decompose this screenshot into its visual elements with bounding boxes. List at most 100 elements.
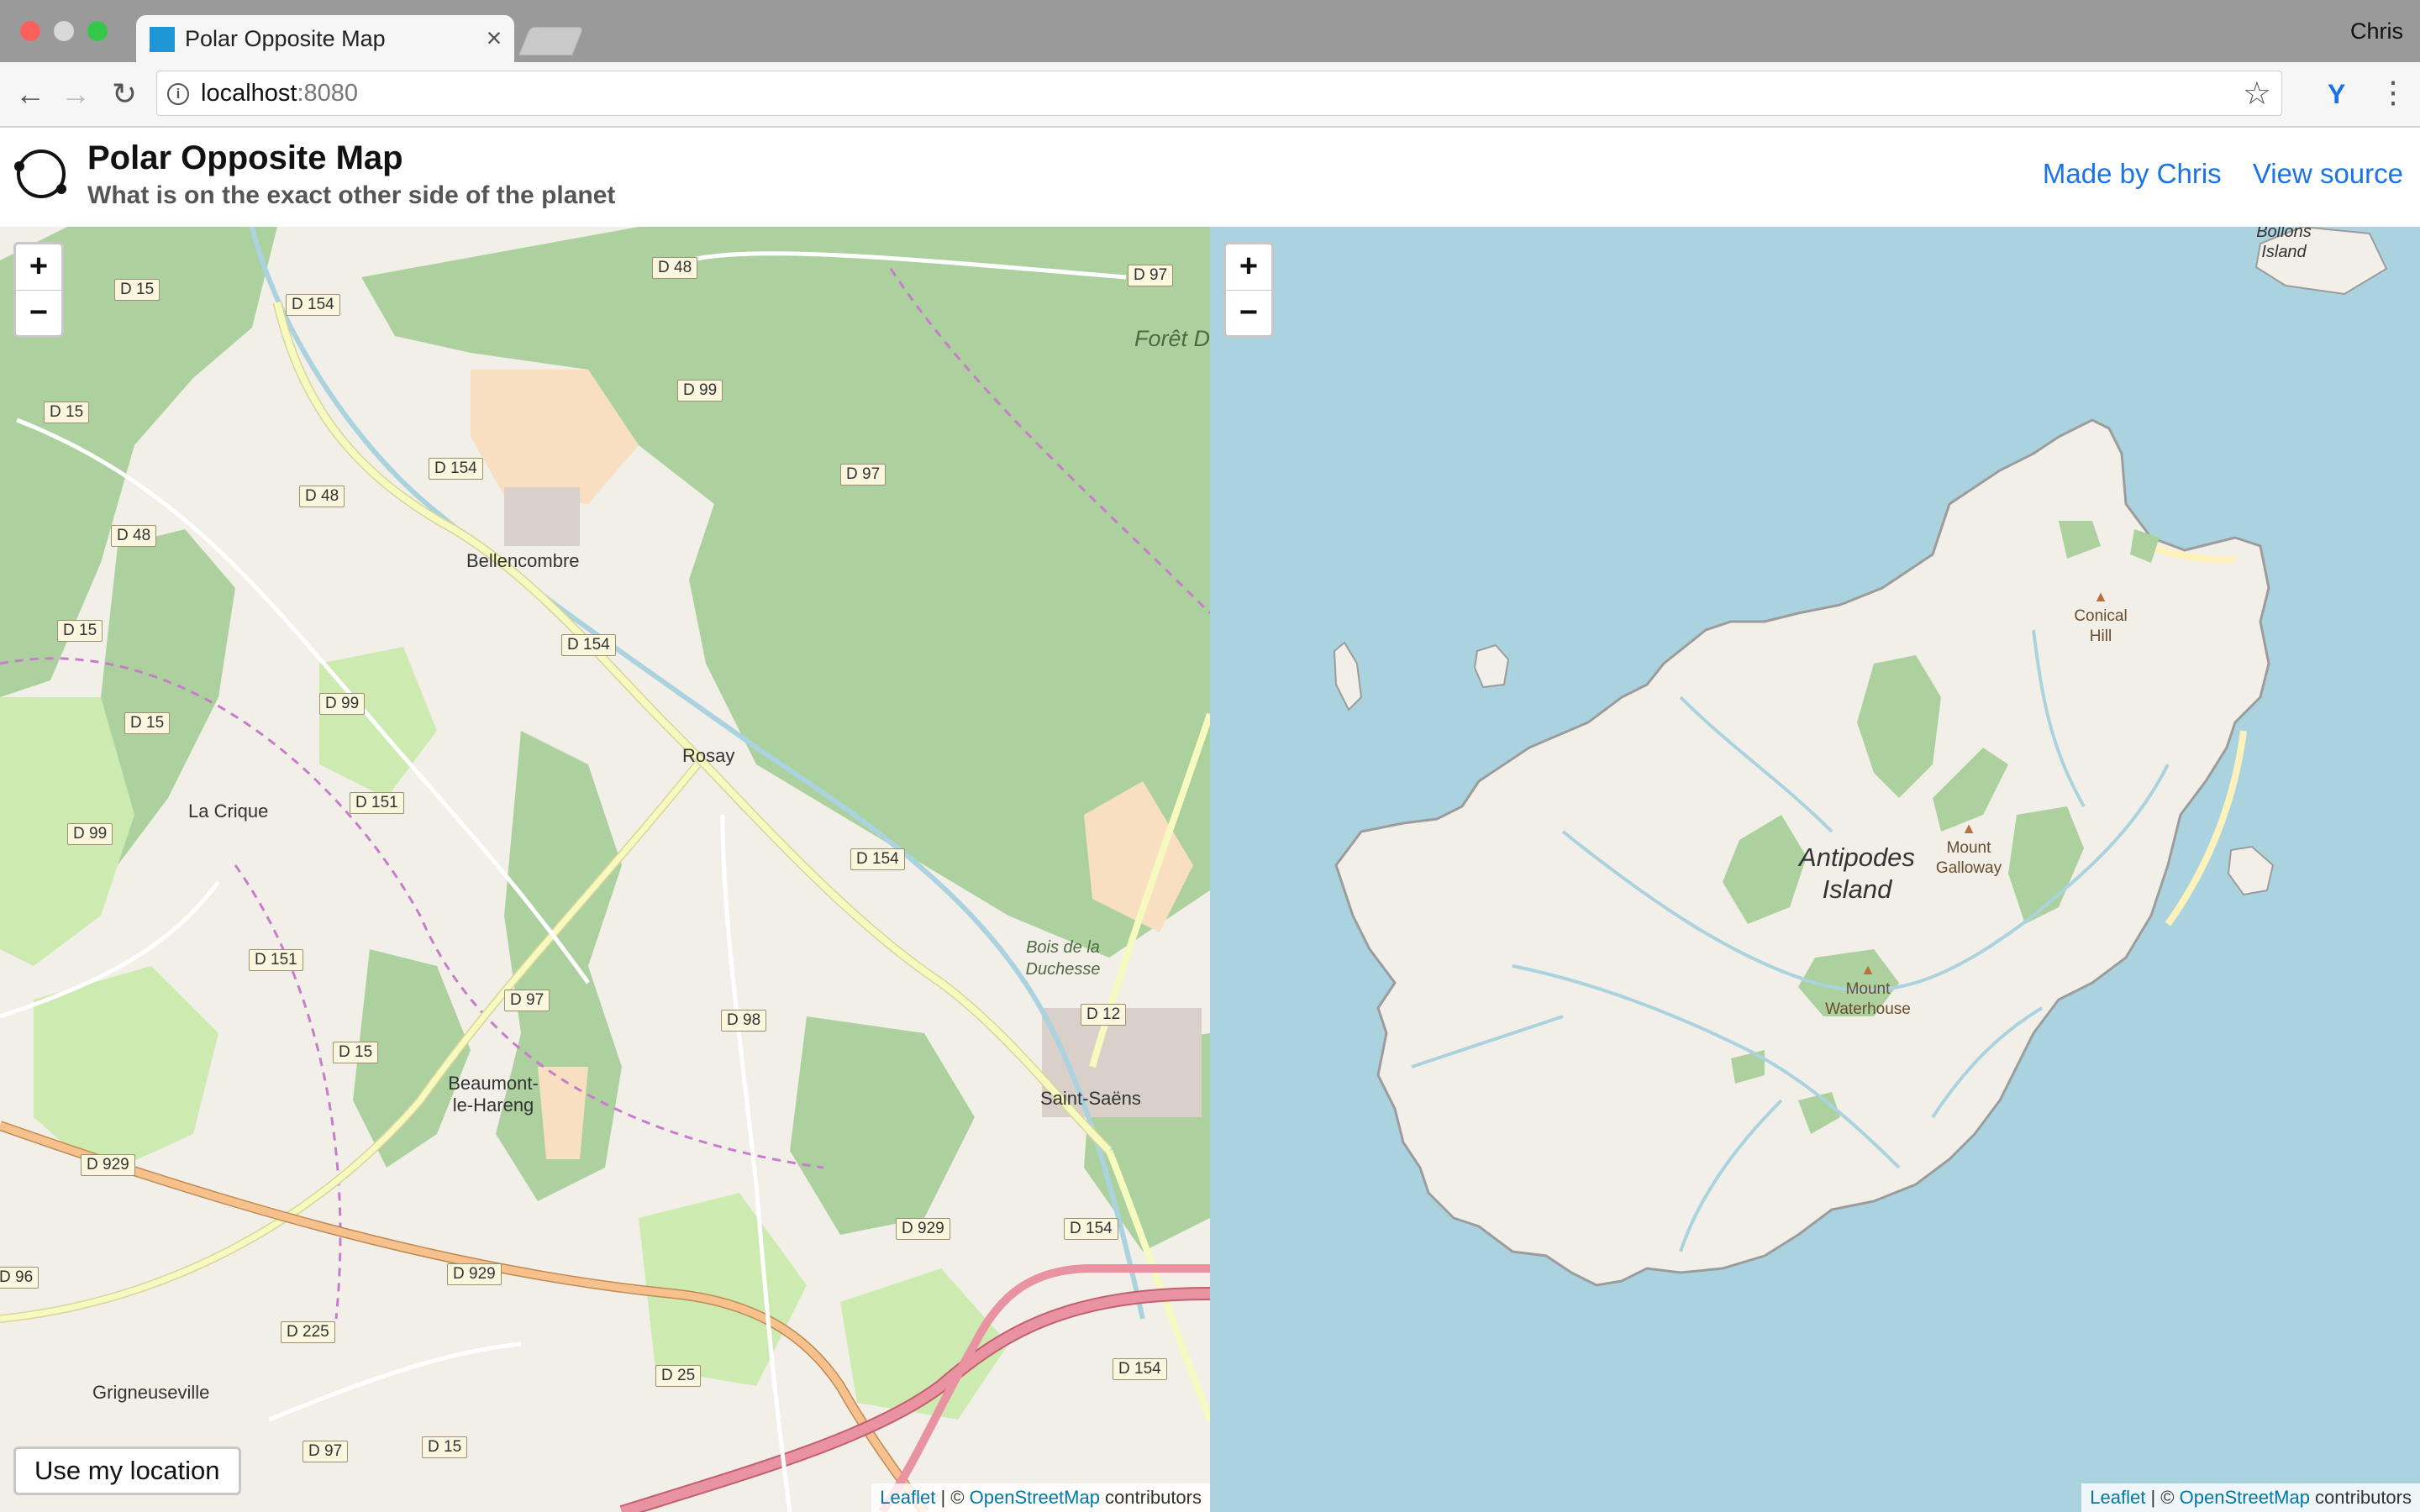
use-my-location-button[interactable]: Use my location — [13, 1446, 241, 1495]
road-shield: D 929 — [447, 1263, 502, 1285]
road-shield: D 96 — [0, 1267, 39, 1289]
road-shield: D 929 — [81, 1154, 135, 1176]
road-shield: D 99 — [677, 380, 723, 402]
origin-zoom-control: + − — [13, 242, 64, 338]
zoom-out-button[interactable]: − — [1226, 291, 1271, 336]
tab-title: Polar Opposite Map — [185, 26, 386, 51]
road-shield: D 98 — [721, 1010, 767, 1032]
peak-label: Mount Galloway — [1935, 839, 2002, 877]
browser-tabstrip: Polar Opposite Map × Chris — [0, 0, 2420, 62]
road-shield: D 151 — [350, 792, 404, 814]
road-shield: D 97 — [302, 1441, 349, 1462]
origin-map[interactable]: Bellencombre Rosay La Crique Beaumont-le… — [0, 227, 1210, 1512]
address-bar[interactable]: i localhost:8080 ☆ — [156, 71, 2282, 116]
road-shield: D 99 — [319, 693, 366, 715]
reload-icon[interactable]: ↻ — [108, 77, 141, 111]
road-shield: D 154 — [1064, 1218, 1118, 1240]
place-label: Beaumont-le-Hareng — [448, 1073, 539, 1116]
island-label: Antipodes Island — [1799, 843, 1915, 904]
road-shield: D 15 — [114, 279, 160, 301]
tab-close-icon[interactable]: × — [482, 24, 506, 52]
map-attribution: Leaflet | © OpenStreetMap contributors — [871, 1483, 1210, 1512]
attribution-separator: | © — [2145, 1487, 2180, 1508]
place-label: Rosay — [682, 745, 735, 766]
road-shield: D 97 — [1128, 265, 1174, 286]
favicon-icon — [150, 27, 175, 52]
made-by-link[interactable]: Made by Chris — [2043, 158, 2222, 189]
attribution-suffix: contributors — [1099, 1487, 1202, 1508]
road-shield: D 15 — [333, 1042, 379, 1063]
extension-icon[interactable]: Y — [2328, 77, 2345, 111]
peak-marker: ▲ Conical Hill — [2067, 586, 2134, 647]
peak-label: Mount Waterhouse — [1825, 980, 1911, 1018]
info-icon[interactable]: i — [167, 83, 189, 105]
place-label: Bollons Island — [2256, 227, 2312, 261]
profile-name[interactable]: Chris — [2350, 18, 2403, 45]
road-shield: D 15 — [57, 620, 103, 642]
map-attribution: Leaflet | © OpenStreetMap contributors — [2081, 1483, 2420, 1512]
url-port: :8080 — [297, 80, 359, 107]
window-maximize-button[interactable] — [87, 21, 108, 41]
zoom-out-button[interactable]: − — [16, 291, 61, 336]
globe-logo-icon — [14, 150, 66, 198]
place-label: Grigneuseville — [92, 1382, 210, 1403]
back-arrow-icon[interactable]: ← — [13, 77, 47, 111]
attribution-separator: | © — [935, 1487, 970, 1508]
new-tab-button[interactable] — [518, 27, 584, 55]
url-text[interactable]: localhost:8080 — [201, 80, 358, 108]
view-source-link[interactable]: View source — [2253, 158, 2403, 189]
road-shield: D 151 — [249, 949, 303, 971]
app-header: Polar Opposite Map What is on the exact … — [0, 128, 2420, 227]
road-shield: D 25 — [655, 1365, 702, 1387]
page-title: Polar Opposite Map — [87, 139, 403, 176]
road-shield: D 15 — [44, 402, 90, 423]
header-links: Made by Chris View source — [2019, 158, 2403, 190]
place-label: Saint-Saëns — [1040, 1088, 1141, 1109]
road-shield: D 154 — [429, 458, 483, 480]
url-host: localhost — [201, 80, 297, 107]
road-shield: D 99 — [67, 823, 113, 845]
road-shield: D 154 — [286, 294, 340, 316]
antipode-map[interactable]: Bollons Island Antipodes Island ▲ Conical… — [1210, 227, 2420, 1512]
logo-dot — [14, 161, 24, 171]
leaflet-link[interactable]: Leaflet — [2090, 1487, 2145, 1508]
osm-link[interactable]: OpenStreetMap — [2180, 1487, 2310, 1508]
peak-label: Conical Hill — [2074, 607, 2128, 645]
road-shield: D 15 — [124, 712, 171, 734]
road-shield: D 12 — [1081, 1004, 1127, 1026]
road-shield: D 154 — [561, 634, 616, 656]
leaflet-link[interactable]: Leaflet — [880, 1487, 935, 1508]
logo-dot — [56, 184, 66, 194]
zoom-in-button[interactable]: + — [16, 244, 61, 291]
peak-marker: ▲ Mount Waterhouse — [1822, 959, 1914, 1020]
road-shield: D 15 — [422, 1436, 468, 1458]
road-shield: D 929 — [896, 1218, 950, 1240]
bookmark-star-icon[interactable]: ☆ — [2243, 75, 2271, 113]
peak-marker: ▲ Mount Galloway — [1931, 818, 2007, 879]
osm-link[interactable]: OpenStreetMap — [970, 1487, 1100, 1508]
origin-map-tiles — [0, 227, 1210, 1512]
zoom-in-button[interactable]: + — [1226, 244, 1271, 291]
road-shield: D 48 — [652, 257, 698, 279]
forward-arrow-icon[interactable]: → — [59, 77, 92, 111]
road-shield: D 225 — [281, 1321, 335, 1343]
peak-triangle-icon: ▲ — [2093, 588, 2108, 605]
road-shield: D 97 — [504, 990, 550, 1011]
browser-tab[interactable]: Polar Opposite Map × — [136, 15, 514, 62]
attribution-suffix: contributors — [2309, 1487, 2412, 1508]
road-shield: D 48 — [299, 486, 345, 507]
road-shield: D 154 — [1113, 1358, 1167, 1380]
road-shield: D 48 — [111, 525, 157, 547]
browser-menu-icon[interactable]: ⋮ — [2378, 76, 2408, 109]
antipode-zoom-control: + − — [1223, 242, 1274, 338]
window-minimize-button[interactable] — [54, 21, 74, 41]
place-label: Bellencombre — [466, 550, 580, 571]
road-shield: D 154 — [850, 848, 905, 870]
window-close-button[interactable] — [20, 21, 40, 41]
page-subtitle: What is on the exact other side of the p… — [87, 181, 616, 209]
place-label: La Crique — [188, 801, 269, 822]
road-shield: D 97 — [840, 464, 886, 486]
place-label: Bois de la Duchesse — [1025, 938, 1101, 979]
peak-triangle-icon: ▲ — [1961, 820, 1976, 837]
place-label: Forêt D — [1134, 326, 1210, 351]
